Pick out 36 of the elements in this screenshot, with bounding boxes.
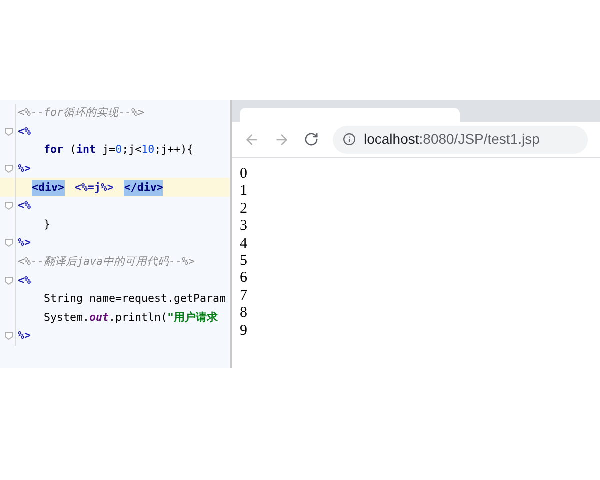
output-number: 4 <box>240 236 248 254</box>
code-line: <% <box>17 124 32 140</box>
address-bar[interactable]: localhost:8080/JSP/test1.jsp <box>333 126 588 154</box>
forward-icon[interactable] <box>274 132 290 148</box>
code-line: %> <box>17 328 32 344</box>
code-line: for (int j=0;j<10;j++){ <box>43 142 194 158</box>
output-number: 2 <box>240 200 248 218</box>
output-number: 1 <box>240 183 248 201</box>
code-line: %> <box>17 235 32 252</box>
code-line: System.out.println("用户请求 <box>43 310 218 326</box>
fold-marker-icon[interactable] <box>5 165 13 174</box>
url-path: :8080/JSP/test1.jsp <box>419 130 540 149</box>
code-line: <% <box>17 198 32 214</box>
back-icon[interactable] <box>244 132 260 148</box>
output-number: 6 <box>240 270 248 288</box>
code-line: String name=request.getParam <box>43 291 226 308</box>
fold-marker-icon[interactable] <box>5 239 13 248</box>
code-line: <div> <%=j%> </div> <box>31 180 164 196</box>
code-line: <%--for循环的实现--%> <box>17 105 145 122</box>
output-number: 8 <box>240 305 248 323</box>
output-number: 7 <box>240 288 248 306</box>
code-line: %> <box>17 160 32 177</box>
output-number: 5 <box>240 253 248 270</box>
fold-marker-icon[interactable] <box>5 276 13 285</box>
info-icon[interactable] <box>343 133 356 146</box>
code-line: <%--翻译后java中的可用代码--%> <box>17 254 196 270</box>
output-number: 3 <box>240 218 248 236</box>
output-number: 9 <box>240 322 248 340</box>
reload-icon[interactable] <box>304 132 319 147</box>
fold-marker-icon[interactable] <box>5 202 13 210</box>
output-number: 0 <box>240 166 248 184</box>
code-line: <% <box>17 272 32 289</box>
fold-marker-icon[interactable] <box>5 332 13 340</box>
code-line: } <box>43 216 51 233</box>
url-host: localhost <box>364 130 420 149</box>
fold-marker-icon[interactable] <box>5 128 13 136</box>
